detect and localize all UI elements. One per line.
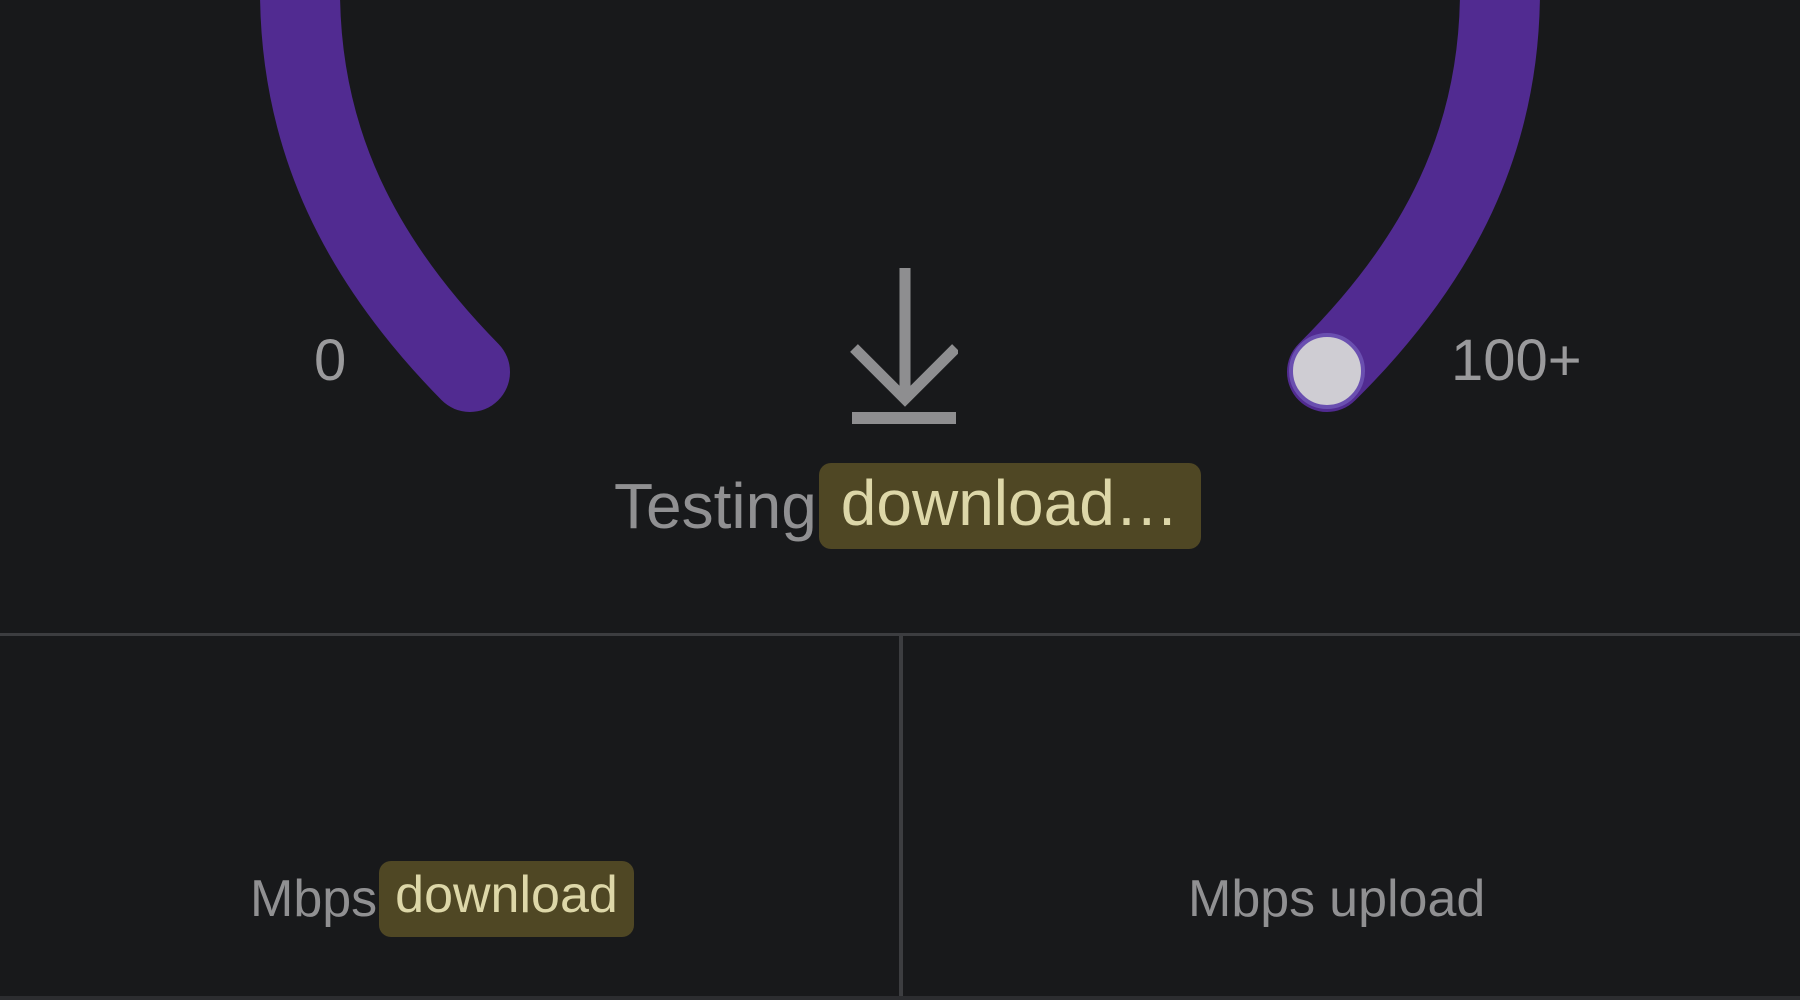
results-column-divider (899, 636, 903, 1000)
download-arrow-icon (850, 268, 958, 424)
gauge-min-label: 0 (314, 328, 347, 393)
gauge-max-label: 100+ (1451, 328, 1582, 393)
upload-result: Mbps upload (1188, 854, 1485, 944)
gauge-arc-right (1287, 0, 1540, 412)
results-bottom-border (0, 996, 1800, 1000)
gauge-arc-left (260, 0, 510, 412)
download-result: Mbps download (250, 854, 634, 944)
upload-label: upload (1329, 870, 1486, 928)
gauge-knob (1289, 333, 1365, 409)
status-highlight: download… (818, 463, 1201, 549)
status-prefix: Testing (614, 470, 817, 542)
download-unit: Mbps (250, 870, 378, 928)
download-label: download (379, 861, 634, 937)
test-status: Testing download… (614, 458, 1201, 554)
upload-unit: Mbps (1188, 870, 1316, 928)
